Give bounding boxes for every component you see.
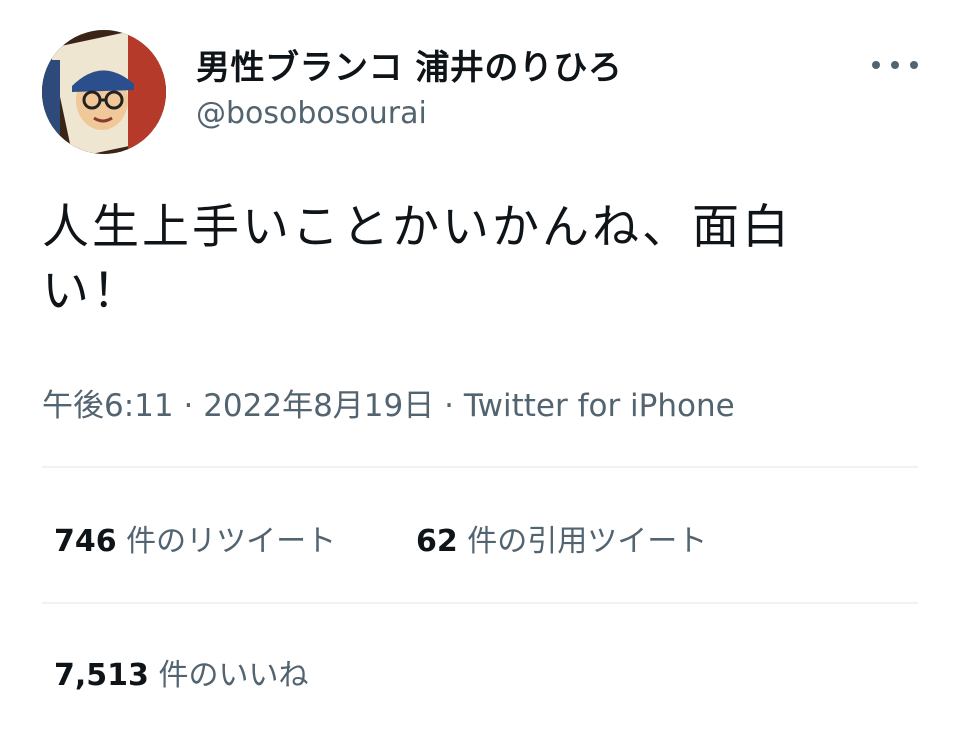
- tweet-meta: 午後6:11 · 2022年8月19日 · Twitter for iPhone: [42, 380, 735, 425]
- author-display-name[interactable]: 男性ブランコ 浦井のりひろ: [196, 40, 622, 89]
- more-horizontal-icon[interactable]: [872, 58, 918, 72]
- retweets-count: 746: [54, 524, 117, 559]
- tweet-source[interactable]: Twitter for iPhone: [464, 388, 735, 424]
- likes-label: 件のいいね: [148, 658, 309, 693]
- likes-count: 7,513: [54, 658, 149, 693]
- meta-separator: ·: [434, 388, 464, 424]
- tweet-text: 人生上手いことかいかんね、面白い！: [42, 200, 792, 319]
- tweet-time[interactable]: 午後6:11: [42, 388, 174, 424]
- divider: [42, 466, 918, 468]
- more-dot: [891, 61, 899, 69]
- tweet-date[interactable]: 2022年8月19日: [203, 388, 434, 424]
- likes-stat[interactable]: 7,513 件のいいね: [54, 650, 308, 694]
- author-handle[interactable]: @bosobosourai: [196, 96, 427, 131]
- quotes-stat[interactable]: 62 件の引用ツイート: [416, 516, 707, 560]
- retweets-stat[interactable]: 746 件のリツイート: [54, 516, 336, 560]
- divider: [42, 602, 918, 604]
- retweets-label: 件のリツイート: [116, 524, 337, 559]
- more-dot: [872, 61, 880, 69]
- quotes-label: 件の引用ツイート: [457, 524, 708, 559]
- avatar[interactable]: [42, 30, 166, 154]
- meta-separator: ·: [173, 388, 204, 424]
- quotes-count: 62: [416, 524, 458, 559]
- more-dot: [910, 61, 918, 69]
- avatar-illustration: [42, 30, 166, 154]
